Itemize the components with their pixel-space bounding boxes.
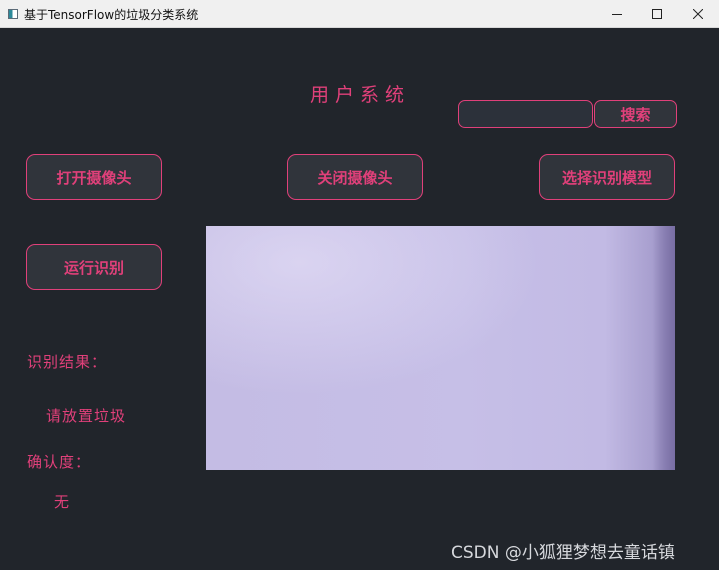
watermark-text: CSDN @小狐狸梦想去童话镇 — [451, 543, 675, 563]
page-title: 用户系统 — [309, 84, 410, 106]
close-button[interactable] — [677, 0, 719, 28]
search-input[interactable] — [458, 100, 593, 128]
run-recognition-button[interactable]: 运行识别 — [26, 244, 162, 290]
minimize-button[interactable] — [596, 0, 638, 28]
window-titlebar: 基于TensorFlow的垃圾分类系统 — [0, 0, 719, 28]
close-camera-button[interactable]: 关闭摄像头 — [287, 154, 423, 200]
close-icon — [693, 9, 703, 19]
confidence-label: 确认度： — [27, 453, 92, 471]
camera-preview — [206, 226, 675, 470]
minimize-icon — [612, 14, 622, 15]
open-camera-button[interactable]: 打开摄像头 — [26, 154, 162, 200]
result-value: 请放置垃圾 — [46, 407, 127, 425]
window-title: 基于TensorFlow的垃圾分类系统 — [24, 8, 199, 22]
select-model-button[interactable]: 选择识别模型 — [539, 154, 675, 200]
result-label: 识别结果： — [27, 353, 108, 371]
maximize-button[interactable] — [636, 0, 678, 28]
confidence-value: 无 — [54, 493, 71, 511]
search-button[interactable]: 搜索 — [594, 100, 677, 128]
app-icon — [8, 9, 18, 19]
camera-edge-shadow — [653, 226, 675, 470]
maximize-icon — [652, 9, 662, 19]
